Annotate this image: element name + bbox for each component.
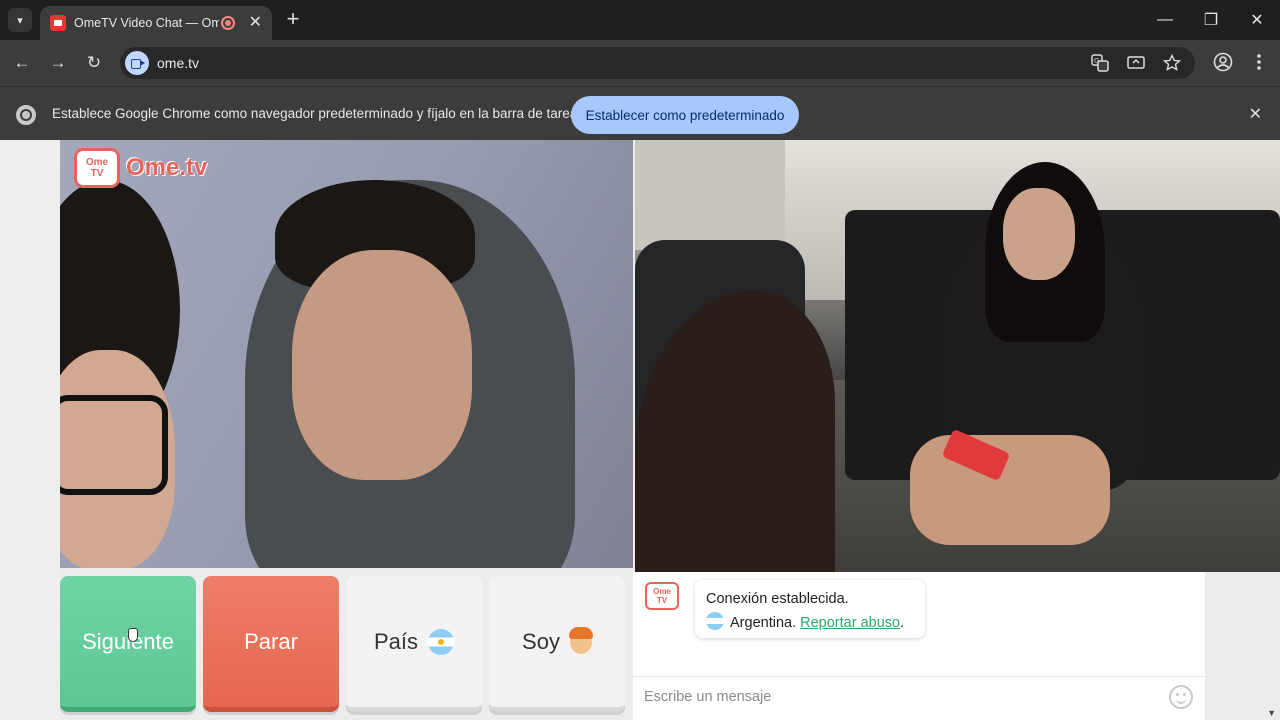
address-bar[interactable]: ome.tv G: [120, 47, 1195, 79]
close-window-icon[interactable]: ✕: [1234, 0, 1280, 40]
message-input[interactable]: [644, 688, 1144, 705]
logo-line1: Ome: [85, 157, 109, 168]
system-message: Conexión establecida. Argentina. Reporta…: [695, 580, 925, 638]
girl-face: [1003, 188, 1075, 280]
toolbar-right-icons: [1212, 51, 1270, 73]
country-button[interactable]: País: [346, 576, 482, 712]
kebab-menu-icon[interactable]: [1248, 51, 1270, 73]
report-abuse-link[interactable]: Reportar abuso: [800, 615, 900, 631]
report-suffix: .: [900, 615, 905, 631]
country-label: País: [373, 628, 419, 654]
tab-close-icon[interactable]: ✕: [249, 15, 262, 31]
restore-icon[interactable]: ❐: [1188, 0, 1234, 40]
star-icon[interactable]: [1161, 52, 1183, 74]
partner-country: Argentina.: [730, 615, 797, 631]
partner-country-line: Argentina. Reportar abuso.: [706, 611, 914, 635]
argentina-flag-icon: [428, 628, 455, 655]
stop-button[interactable]: Parar: [203, 576, 339, 712]
tv-logo-icon: Ome TV: [74, 148, 120, 188]
url-text[interactable]: ome.tv: [157, 55, 199, 71]
logo-line2: TV: [90, 168, 104, 179]
reload-icon[interactable]: ↻: [82, 51, 106, 75]
window-controls: — ❐ ✕: [1142, 0, 1280, 40]
set-default-button[interactable]: Establecer como predeterminado: [571, 96, 799, 134]
default-browser-infobar: Establece Google Chrome como navegador p…: [0, 86, 1280, 140]
chat-ometv-logo-icon: Ome TV: [645, 582, 679, 610]
scroll-down-arrow-icon[interactable]: ▼: [1267, 708, 1276, 718]
logo-text: Ome.tv: [126, 154, 208, 181]
ometv-page: Ome TV Ome.tv Siguiente Parar País Soy O…: [0, 140, 1280, 720]
site-info-icon[interactable]: [125, 51, 149, 75]
browser-tab[interactable]: OmeTV Video Chat — Ome ✕: [40, 6, 272, 40]
next-button[interactable]: Siguiente: [60, 576, 196, 712]
mouse-cursor-icon: [128, 628, 138, 642]
chat-logo-line2: TV: [656, 596, 668, 605]
emoji-icon[interactable]: [1169, 685, 1193, 709]
omnibox-actions: G: [1089, 52, 1183, 74]
face-figure: [292, 250, 472, 480]
translate-icon[interactable]: G: [1089, 52, 1111, 74]
chat-logo-line1: Ome: [653, 587, 671, 596]
page-gutter: [0, 140, 60, 720]
forward-icon[interactable]: →: [46, 51, 70, 75]
new-tab-button[interactable]: +: [282, 8, 304, 30]
ometv-logo: Ome TV Ome.tv: [74, 148, 207, 188]
cast-icon[interactable]: [1125, 52, 1147, 74]
chat-panel: Ome TV Conexión establecida. Argentina. …: [633, 572, 1205, 720]
glasses-figure: [60, 395, 168, 495]
chevron-down-icon[interactable]: ▾: [8, 8, 32, 32]
svg-text:G: G: [1094, 57, 1099, 65]
remote-video: Ome TV Ome.tv: [60, 140, 633, 568]
chrome-logo-icon: [16, 105, 36, 125]
ometv-favicon-icon: [50, 15, 66, 31]
tab-title: OmeTV Video Chat — Ome: [74, 16, 219, 30]
girl-legs: [910, 435, 1110, 545]
back-icon[interactable]: ←: [10, 51, 34, 75]
boy-emoji-icon: [568, 626, 593, 654]
infobar-close-icon[interactable]: ✕: [1249, 104, 1262, 124]
connection-status: Conexión establecida.: [706, 591, 849, 607]
argentina-flag-icon: [706, 612, 724, 630]
stop-label: Parar: [244, 628, 298, 654]
tab-strip: ▾ OmeTV Video Chat — Ome ✕ + — ❐ ✕: [0, 0, 1280, 40]
self-video: [635, 140, 1280, 572]
minimize-icon[interactable]: —: [1142, 0, 1188, 40]
infobar-message: Establece Google Chrome como navegador p…: [52, 106, 585, 121]
gender-button[interactable]: Soy: [489, 576, 625, 712]
door-background: [635, 140, 785, 250]
recording-icon: [220, 16, 235, 30]
profile-icon[interactable]: [1212, 51, 1234, 73]
browser-toolbar: ← → ↻ ome.tv G: [0, 40, 1280, 86]
message-input-row: [633, 676, 1205, 716]
gender-label: Soy: [522, 628, 560, 654]
